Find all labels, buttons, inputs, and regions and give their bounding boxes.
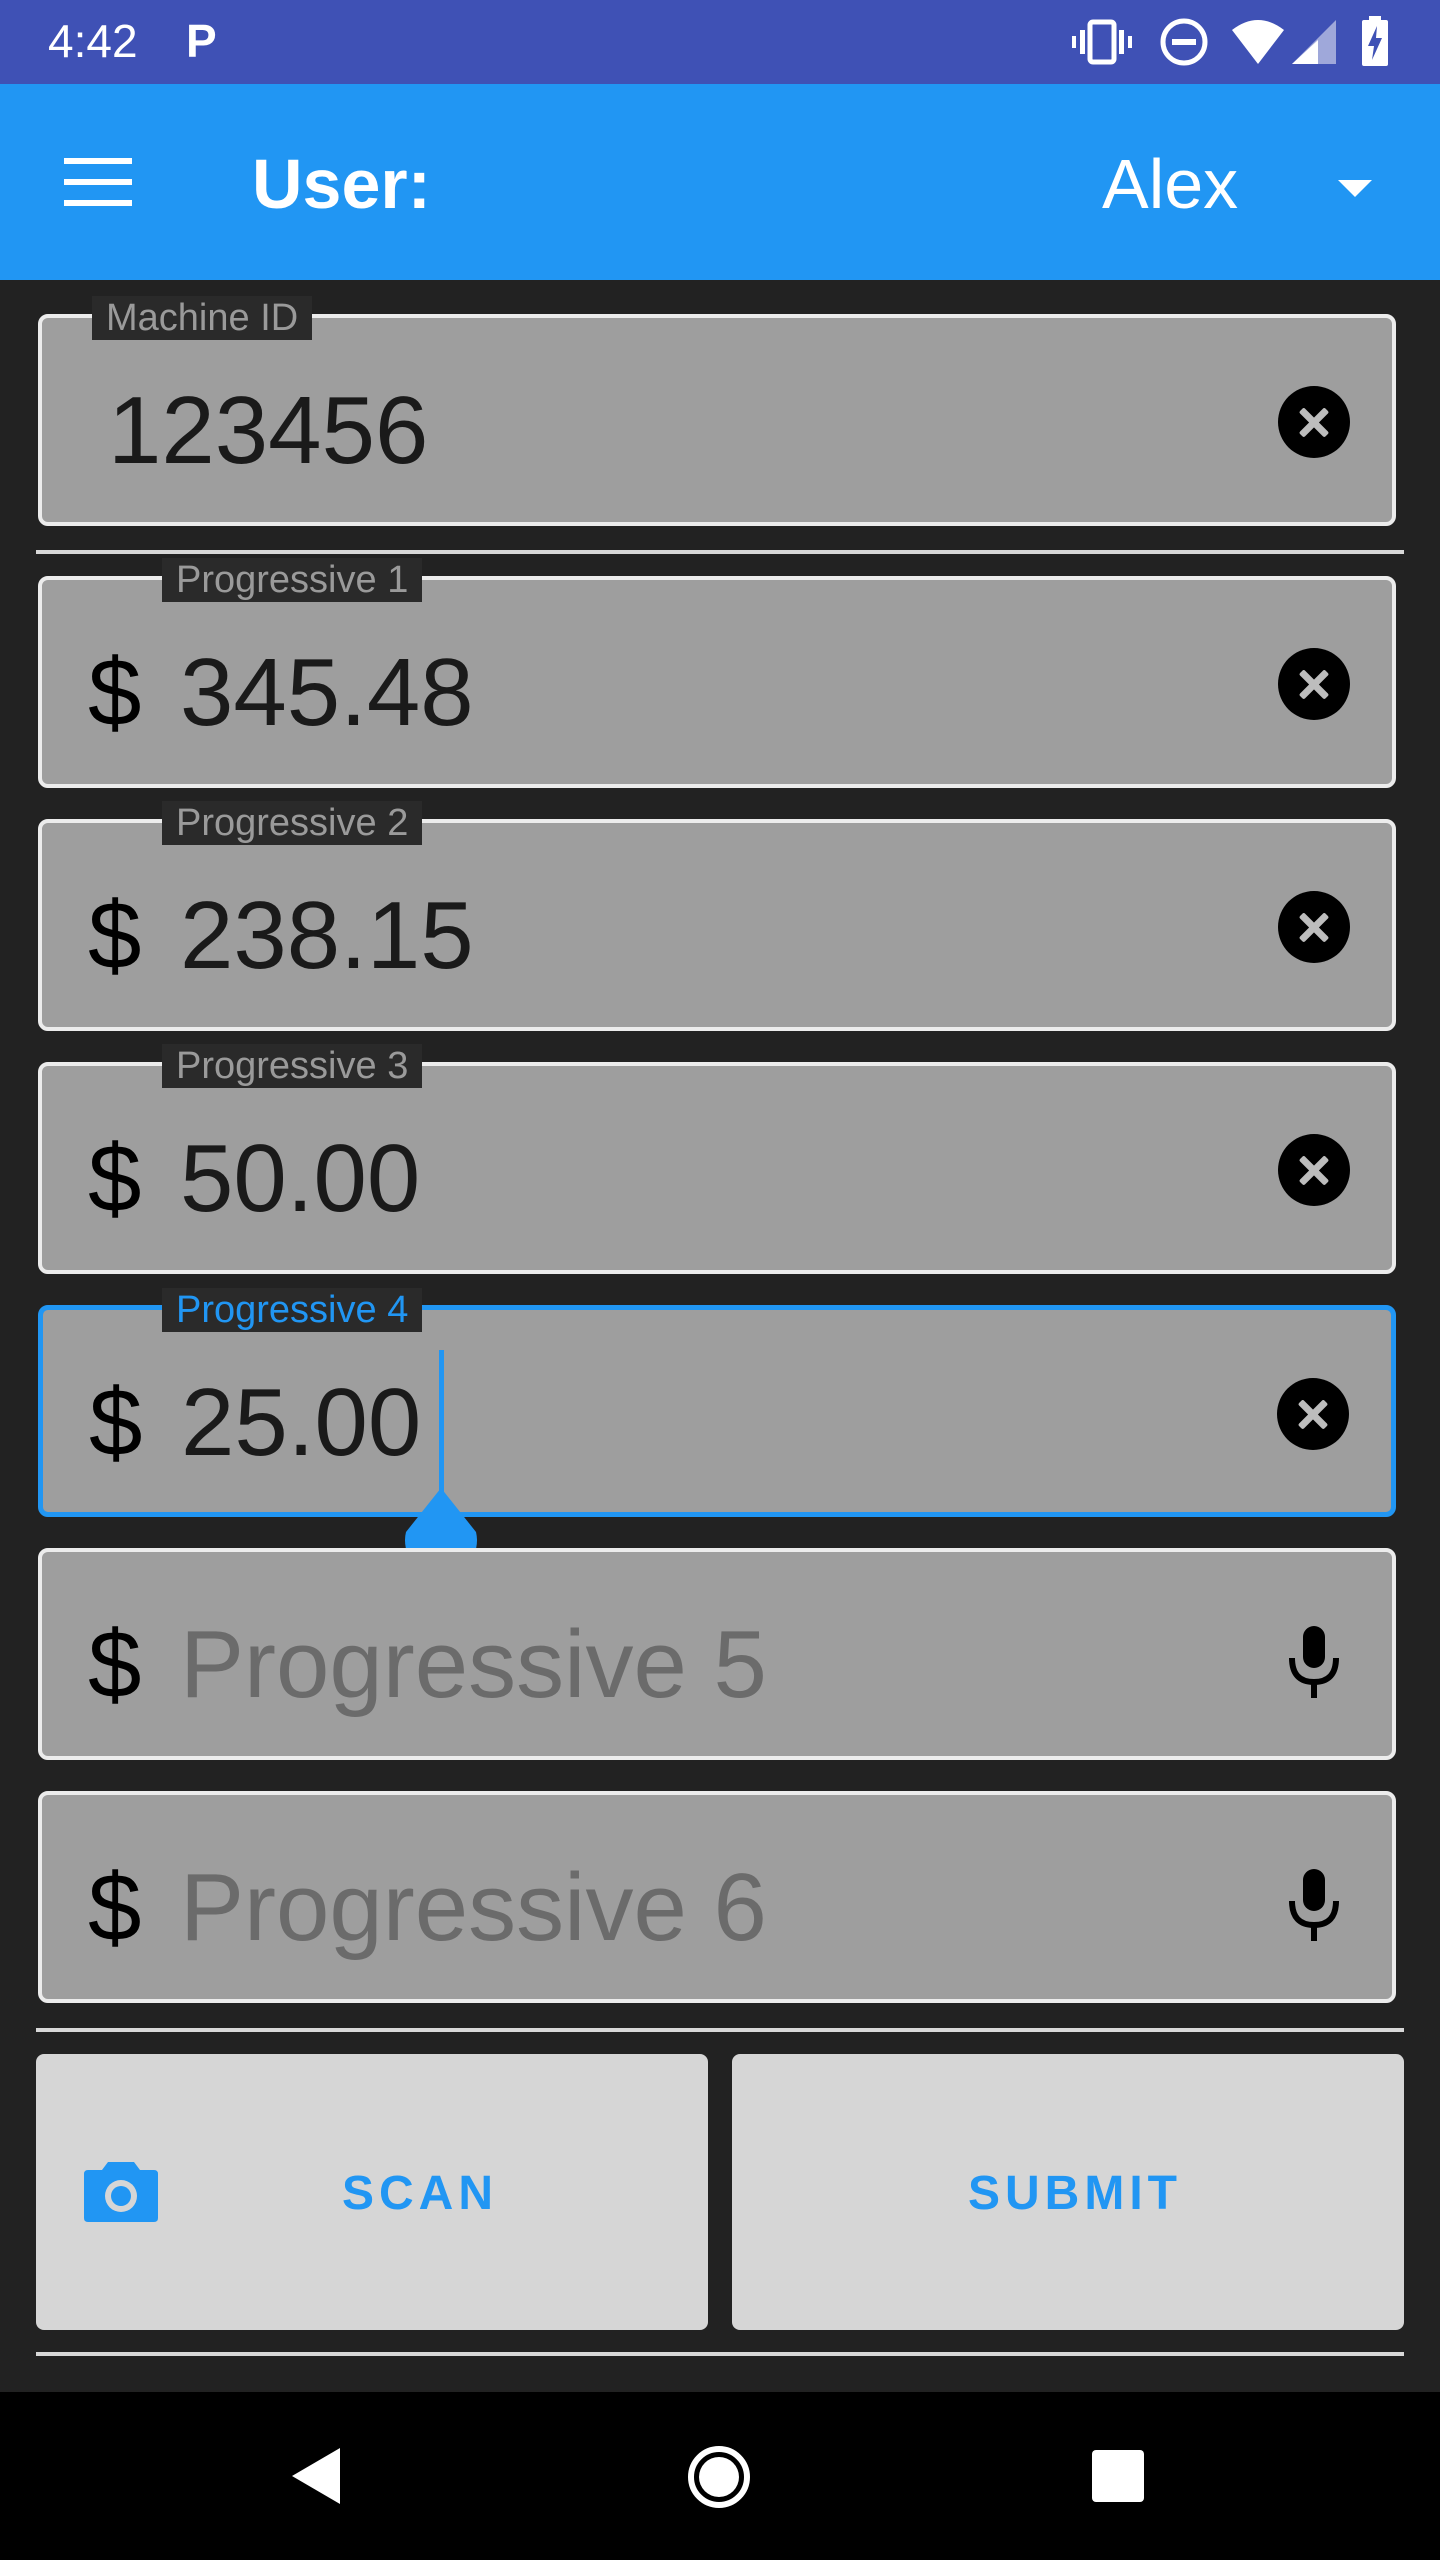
parking-notification-icon: P (186, 15, 217, 67)
progressive-3-field[interactable]: Progressive 3 $ 50.00 (38, 1044, 1396, 1274)
progressive-5-placeholder[interactable]: Progressive 5 (180, 1610, 767, 1720)
clear-icon[interactable] (1278, 1134, 1350, 1206)
home-icon[interactable] (686, 2444, 752, 2510)
clear-icon[interactable] (1278, 386, 1350, 458)
microphone-icon[interactable] (1286, 1624, 1342, 1700)
submit-button-label: SUBMIT (968, 2167, 1182, 2220)
progressive-2-label: Progressive 2 (162, 801, 423, 845)
progressive-5-field[interactable]: $ Progressive 5 (38, 1548, 1396, 1760)
progressive-4-field[interactable]: Progressive 4 $ 25.00 (38, 1288, 1396, 1517)
divider (36, 2352, 1404, 2356)
clear-icon[interactable] (1278, 891, 1350, 963)
progressive-1-label: Progressive 1 (162, 558, 423, 602)
progressive-4-value[interactable]: 25.00 (181, 1368, 421, 1478)
back-icon[interactable] (288, 2444, 344, 2508)
vibrate-icon (1072, 19, 1132, 65)
navigation-bar (0, 2392, 1440, 2560)
user-label: User: (252, 145, 431, 223)
progressive-2-value[interactable]: 238.15 (180, 881, 474, 991)
dropdown-caret-icon[interactable] (1338, 180, 1372, 197)
status-bar: 4:42 P (0, 0, 1440, 84)
do-not-disturb-icon (1160, 18, 1208, 66)
user-select-value[interactable]: Alex (1102, 144, 1238, 224)
machine-id-value[interactable]: 123456 (108, 376, 428, 486)
microphone-icon[interactable] (1286, 1867, 1342, 1943)
divider (36, 2028, 1404, 2032)
dollar-prefix: $ (88, 882, 142, 989)
progressive-1-field[interactable]: Progressive 1 $ 345.48 (38, 558, 1396, 788)
progressive-3-value[interactable]: 50.00 (180, 1124, 420, 1234)
dollar-prefix: $ (88, 1125, 142, 1232)
dollar-prefix: $ (88, 639, 142, 746)
camera-icon (84, 2162, 158, 2222)
progressive-6-field[interactable]: $ Progressive 6 (38, 1791, 1396, 2003)
progressive-6-placeholder[interactable]: Progressive 6 (180, 1853, 767, 1963)
dollar-prefix: $ (88, 1854, 142, 1961)
text-cursor (439, 1350, 444, 1492)
dollar-prefix: $ (88, 1611, 142, 1718)
battery-charging-icon (1362, 16, 1388, 66)
app-bar: User: Alex (0, 84, 1440, 280)
progressive-2-field[interactable]: Progressive 2 $ 238.15 (38, 801, 1396, 1031)
clear-icon[interactable] (1277, 1378, 1349, 1450)
cell-signal-icon (1292, 20, 1336, 64)
machine-id-field[interactable]: Machine ID 123456 (38, 296, 1396, 526)
wifi-icon (1232, 20, 1284, 64)
progressive-3-label: Progressive 3 (162, 1044, 423, 1088)
progressive-1-value[interactable]: 345.48 (180, 638, 474, 748)
scan-button-label: SCAN (342, 2167, 499, 2220)
recents-icon[interactable] (1090, 2448, 1146, 2504)
machine-id-label: Machine ID (92, 296, 313, 340)
scan-button[interactable]: SCAN (36, 2054, 708, 2330)
hamburger-menu-icon[interactable] (64, 158, 132, 206)
submit-button[interactable]: SUBMIT (732, 2054, 1404, 2330)
status-time: 4:42 (48, 15, 138, 67)
progressive-4-label: Progressive 4 (162, 1288, 423, 1332)
clear-icon[interactable] (1278, 648, 1350, 720)
divider (36, 550, 1404, 554)
dollar-prefix: $ (89, 1369, 143, 1476)
